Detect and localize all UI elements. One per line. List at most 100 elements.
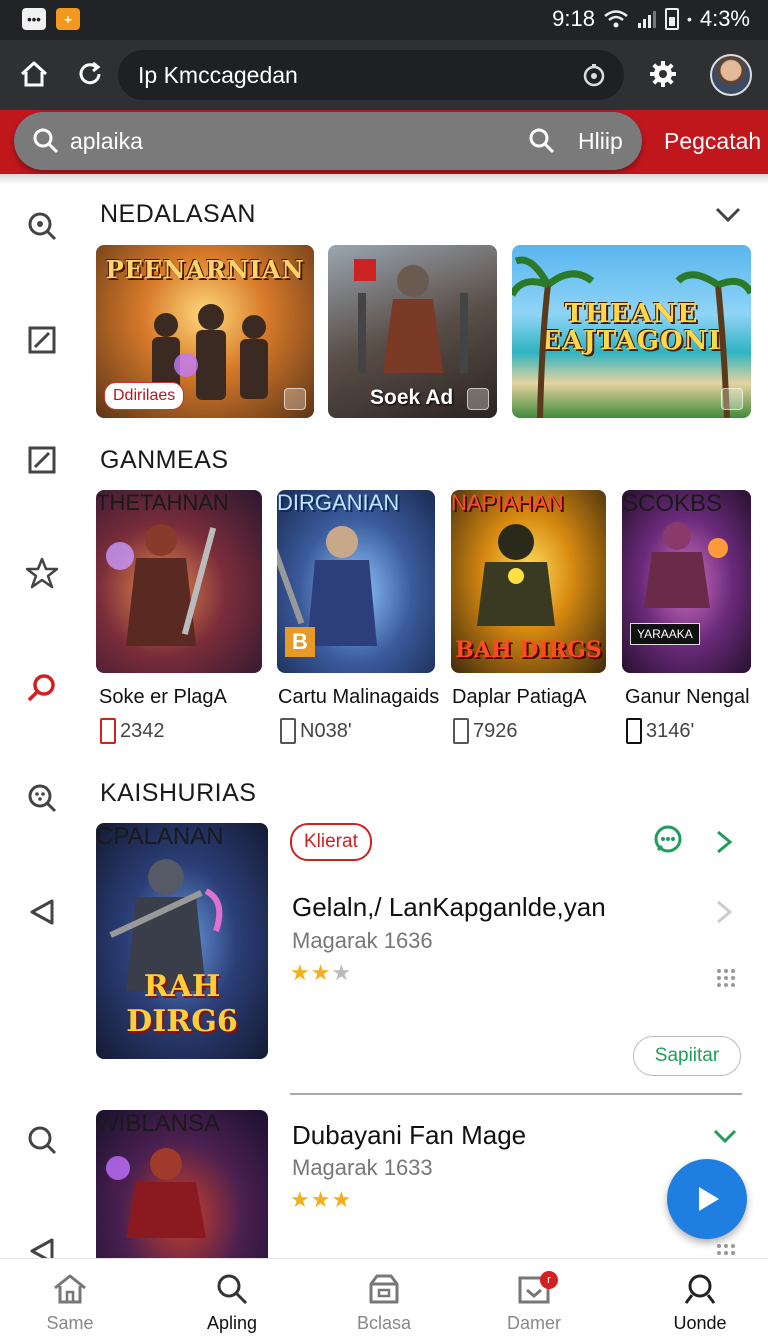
palm-tree-art [512, 256, 751, 418]
search-icon [33, 128, 59, 154]
expand-icon[interactable] [284, 388, 306, 410]
reload-button[interactable] [70, 54, 110, 94]
featured-tile-badge: Ddirilaes [104, 382, 185, 410]
nav-item-store[interactable]: Bclasa [324, 1269, 444, 1334]
rating-stars: ★★★ [290, 1187, 353, 1212]
rail-search-button[interactable] [24, 670, 60, 706]
bookmark-icon [453, 718, 469, 744]
rail-search-button-2[interactable] [24, 1122, 60, 1158]
expand-icon[interactable] [721, 388, 743, 410]
cell-signal-icon [637, 11, 656, 28]
battery-icon [664, 8, 679, 30]
knight-art [354, 259, 468, 373]
rail-discover-button[interactable] [24, 780, 60, 816]
home-icon [20, 61, 48, 87]
chat-icon[interactable] [652, 824, 684, 856]
game-card-art-3[interactable]: NAPIAHAN BAH DIRGS [451, 490, 606, 673]
featured-tile-caption: Soek Ad [370, 386, 454, 409]
game-card-art-2[interactable]: DIRGANIAN B [277, 490, 435, 673]
game-count: 3146' [626, 718, 694, 744]
category-item-subtitle: Magarak 1636 [292, 928, 433, 953]
url-text: Ip Kmccagedan [138, 62, 298, 88]
game-card-art-1[interactable]: THETAHNAN [96, 490, 262, 673]
chevron-right-icon[interactable] [712, 898, 736, 926]
profile-avatar[interactable] [710, 54, 752, 96]
rail-zoom-button[interactable] [24, 208, 60, 244]
divider [290, 1093, 742, 1095]
rail-back-button-2[interactable] [24, 1236, 60, 1258]
search-submit-icon[interactable] [528, 127, 556, 155]
category-badge[interactable]: Klierat [290, 823, 372, 861]
game-tag: B [285, 627, 315, 657]
search-input[interactable]: aplaika Hliip [14, 112, 642, 170]
category-item-subtitle: Magarak 1633 [292, 1155, 433, 1180]
chevron-right-icon[interactable] [712, 828, 736, 856]
cover-title: CPALANAN [96, 823, 224, 850]
clock: 4:3% [699, 6, 750, 31]
plus-app-icon: + [56, 8, 80, 30]
game-name[interactable]: Soke er PlagA [99, 686, 227, 709]
game-card-art-4[interactable]: SCOKBS YARAAKA [622, 490, 751, 673]
notification-badge: r [540, 1271, 558, 1289]
store-icon [369, 1274, 399, 1304]
url-bar[interactable]: Ip Kmccagedan [118, 50, 624, 100]
nav-label: Bclasa [356, 1313, 412, 1333]
help-link[interactable]: Hliip [578, 128, 623, 155]
category-item-title[interactable]: Gelaln,/ LanKapganlde,yan [292, 892, 606, 923]
featured-tile-title: PEENARNIAN [105, 255, 305, 284]
wifi-icon [604, 10, 628, 28]
sorcerer-art [644, 522, 728, 608]
search-query: aplaika [70, 128, 143, 154]
emoji-search-icon [28, 784, 57, 813]
nav-item-account[interactable]: Uonde [640, 1269, 760, 1334]
game-art-title: NAPIAHAN [451, 490, 564, 515]
game-art-subtitle: BAH DIRGS [455, 637, 602, 663]
browser-toolbar: Ip Kmccagedan [0, 40, 768, 110]
home-icon [54, 1274, 86, 1304]
play-fab-button[interactable] [667, 1159, 747, 1239]
featured-tile-1[interactable]: PEENARNIAN Ddirilaes [96, 245, 314, 418]
category-item-title[interactable]: Dubayani Fan Mage [292, 1120, 526, 1151]
game-count: N038' [280, 718, 352, 744]
featured-tile-3[interactable]: THEANE EAJTAGONI [512, 245, 751, 418]
rail-edit-button-2[interactable] [24, 442, 60, 478]
featured-tile-2[interactable]: Soek Ad [328, 245, 497, 418]
nav-item-search[interactable]: Apling [172, 1269, 292, 1334]
chevron-down-icon[interactable] [712, 1126, 738, 1146]
game-count: 7926 [453, 718, 518, 744]
rail-back-button[interactable] [24, 894, 60, 930]
star-icon [25, 557, 59, 589]
demon-warrior-art [106, 524, 217, 646]
game-name[interactable]: Daplar PatiagA [452, 686, 587, 709]
section-title-featured: NEDALASAN [100, 200, 256, 228]
signal-text: 9:18 [552, 6, 595, 31]
nav-label: Uonde [673, 1313, 727, 1333]
bookmark-icon [626, 718, 642, 744]
nav-item-home[interactable]: Same [10, 1269, 130, 1334]
rail-favorites-button[interactable] [24, 555, 60, 591]
rail-edit-button[interactable] [24, 322, 60, 358]
edit-square-icon [28, 326, 56, 354]
nav-item-inbox[interactable]: r Damer [474, 1269, 594, 1334]
status-dot: • [686, 11, 692, 27]
sapitar-button[interactable]: Sapiitar [633, 1036, 741, 1076]
category-cover-2[interactable]: WIBLANSA [96, 1110, 268, 1260]
grid-menu-icon[interactable] [716, 1236, 736, 1256]
game-count: 2342 [100, 718, 165, 744]
game-name[interactable]: Cartu Malinagaids [278, 686, 439, 709]
search-icon [27, 674, 55, 702]
cover-title: WIBLANSA [96, 1110, 221, 1137]
search-icon [28, 1126, 57, 1155]
category-cover-1[interactable]: CPALANAN RAH DIRG6 [96, 823, 268, 1059]
game-tag: YARAAKA [630, 623, 700, 645]
game-art-title: SCOKBS [622, 490, 723, 517]
timer-icon[interactable] [582, 63, 606, 87]
grid-menu-icon[interactable] [716, 968, 736, 988]
game-name[interactable]: Ganur Nengal [625, 686, 750, 709]
chevron-down-icon[interactable] [714, 204, 742, 226]
settings-button[interactable] [643, 54, 683, 94]
expand-icon[interactable] [467, 388, 489, 410]
play-icon [699, 1187, 719, 1211]
home-button[interactable] [14, 54, 54, 94]
search-action-link[interactable]: Pegcatah [664, 128, 761, 155]
